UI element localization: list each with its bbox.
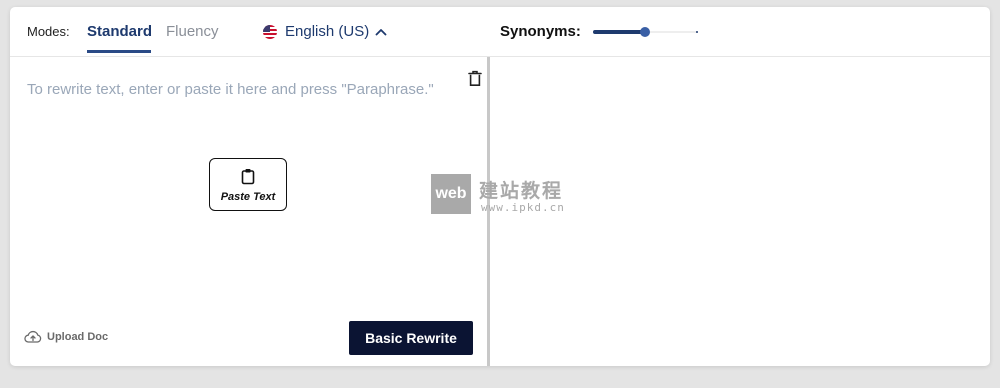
language-selector[interactable]: English (US) bbox=[263, 23, 387, 40]
slider-tick bbox=[670, 31, 672, 33]
text-input[interactable] bbox=[25, 79, 449, 143]
slider-tick bbox=[696, 31, 698, 33]
paste-text-label: Paste Text bbox=[220, 191, 276, 203]
synonyms-slider[interactable] bbox=[593, 25, 698, 39]
paste-text-button[interactable]: Paste Text bbox=[209, 158, 287, 211]
input-panel: Paste Text Upload Doc Basic Rewrite bbox=[10, 57, 487, 366]
synonyms-label: Synonyms: bbox=[500, 23, 581, 40]
trash-icon[interactable] bbox=[468, 70, 482, 87]
modes-label: Modes: bbox=[27, 24, 70, 39]
active-tab-indicator bbox=[87, 50, 151, 53]
clipboard-icon bbox=[241, 169, 255, 185]
upload-doc-button[interactable]: Upload Doc bbox=[24, 330, 108, 343]
us-flag-icon bbox=[263, 24, 277, 39]
slider-fill bbox=[593, 30, 645, 34]
tab-standard[interactable]: Standard bbox=[87, 23, 152, 40]
basic-rewrite-button[interactable]: Basic Rewrite bbox=[349, 321, 473, 355]
slider-thumb[interactable] bbox=[640, 27, 650, 37]
watermark-url: www.ipkd.cn bbox=[481, 201, 565, 214]
upload-doc-label: Upload Doc bbox=[47, 330, 109, 343]
toolbar: Modes: Standard Fluency English (US) Syn… bbox=[10, 7, 990, 57]
chevron-up-icon bbox=[375, 28, 387, 35]
cloud-upload-icon bbox=[24, 330, 42, 343]
watermark: web 建站教程 www.ipkd.cn bbox=[431, 174, 576, 216]
tab-fluency[interactable]: Fluency bbox=[166, 23, 219, 40]
language-label: English (US) bbox=[285, 23, 370, 40]
watermark-logo: web bbox=[431, 174, 471, 214]
watermark-title: 建站教程 bbox=[479, 181, 564, 202]
